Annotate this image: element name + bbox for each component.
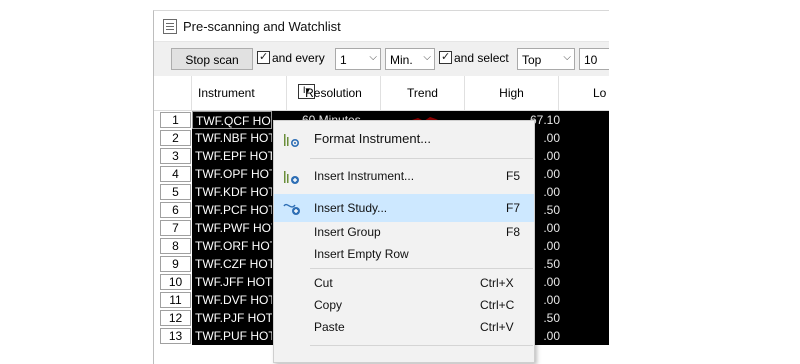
- header-instrument[interactable]: Instrument I▾: [192, 76, 315, 110]
- header-trend[interactable]: Trend: [381, 76, 465, 110]
- scan-toolbar: Stop scan and every 1 ⌵ Min. ⌵ and selec…: [154, 42, 609, 76]
- menu-label: Insert Study...: [314, 201, 388, 215]
- instrument-cell[interactable]: TWF.QCF HOT: [192, 111, 272, 129]
- row-number[interactable]: 4: [160, 166, 191, 182]
- row-number[interactable]: 3: [160, 148, 191, 164]
- menu-label: Insert Instrument...: [314, 169, 415, 183]
- instrument-cell[interactable]: TWF.CZF HOT: [192, 255, 272, 273]
- interval-select[interactable]: 1 ⌵: [335, 48, 381, 70]
- menu-item-insert-empty-row[interactable]: Insert Empty Row: [274, 243, 534, 265]
- menu-shortcut: Ctrl+V: [480, 320, 514, 334]
- menu-separator: [310, 268, 533, 269]
- instrument-cell[interactable]: TWF.PUF HOT: [192, 327, 272, 345]
- insert-instrument-icon: [284, 171, 299, 184]
- menu-label: Format Instrument...: [314, 131, 432, 146]
- menu-separator: [310, 345, 533, 346]
- menu-label: Insert Group: [314, 225, 381, 239]
- and-every-checkbox[interactable]: [257, 50, 270, 64]
- header-row-number: [154, 76, 192, 110]
- row-number[interactable]: 8: [160, 238, 191, 254]
- menu-shortcut: Ctrl+C: [480, 298, 515, 312]
- header-instrument-label: Instrument: [198, 86, 255, 100]
- row-number[interactable]: 12: [160, 310, 191, 326]
- row-number[interactable]: 2: [160, 130, 191, 146]
- interval-value: 1: [340, 53, 347, 67]
- instrument-cell[interactable]: TWF.PCF HOT: [192, 201, 272, 219]
- row-number[interactable]: 11: [160, 292, 191, 308]
- instrument-cell[interactable]: TWF.PWF HOT: [192, 219, 272, 237]
- unit-select[interactable]: Min. ⌵: [385, 48, 435, 70]
- instrument-cell[interactable]: TWF.EPF HOT: [192, 147, 272, 165]
- row-number[interactable]: 10: [160, 274, 191, 290]
- menu-item-insert-instrument[interactable]: Insert Instrument... F5: [274, 165, 534, 187]
- grid-header: Instrument I▾ Resolution Trend High Lo: [154, 76, 609, 111]
- instrument-cell[interactable]: TWF.OPF HOT: [192, 165, 272, 183]
- window-title: Pre-scanning and Watchlist: [183, 19, 341, 34]
- select-mode-value: Top: [522, 53, 542, 67]
- instrument-cell[interactable]: TWF.PJF HOT: [192, 309, 272, 327]
- menu-separator: [310, 158, 533, 159]
- instrument-cell[interactable]: TWF.JFF HOT: [192, 273, 272, 291]
- menu-item-cut[interactable]: Cut Ctrl+X: [274, 272, 534, 294]
- row-number[interactable]: 6: [160, 202, 191, 218]
- insert-study-icon: [283, 203, 300, 215]
- count-value: 10: [584, 53, 598, 67]
- menu-item-insert-group[interactable]: Insert Group F8: [274, 221, 534, 243]
- format-gear-icon: [284, 134, 300, 148]
- and-every-label: and every: [272, 51, 325, 65]
- window-list-icon: [163, 19, 177, 34]
- row-number[interactable]: 9: [160, 256, 191, 272]
- menu-label: Cut: [314, 276, 333, 290]
- count-input[interactable]: 10: [579, 48, 609, 70]
- menu-shortcut: F8: [506, 225, 521, 239]
- instrument-cell[interactable]: TWF.KDF HOT: [192, 183, 272, 201]
- row-number[interactable]: 5: [160, 184, 191, 200]
- instrument-cell[interactable]: TWF.ORF HOT: [192, 237, 272, 255]
- menu-label: Copy: [314, 298, 343, 312]
- chevron-down-icon: ⌵: [563, 52, 571, 63]
- menu-label: Paste: [314, 320, 345, 334]
- header-resolution[interactable]: Resolution: [287, 76, 381, 110]
- context-menu: Format Instrument... Insert Instrument..…: [273, 120, 535, 363]
- row-number[interactable]: 7: [160, 220, 191, 236]
- menu-item-copy[interactable]: Copy Ctrl+C: [274, 294, 534, 316]
- row-number[interactable]: 1: [160, 112, 191, 128]
- row-number[interactable]: 13: [160, 328, 191, 344]
- menu-label: Insert Empty Row: [314, 247, 409, 261]
- menu-shortcut: Ctrl+X: [480, 276, 514, 290]
- instrument-cell[interactable]: TWF.NBF HOT: [192, 129, 272, 147]
- chevron-down-icon: ⌵: [423, 52, 431, 63]
- stop-scan-button[interactable]: Stop scan: [171, 48, 253, 70]
- select-mode-select[interactable]: Top ⌵: [517, 48, 575, 70]
- and-select-label: and select: [454, 51, 509, 65]
- instrument-cell[interactable]: TWF.DVF HOT: [192, 291, 272, 309]
- menu-shortcut: F5: [506, 169, 521, 183]
- menu-shortcut: F7: [506, 201, 521, 215]
- header-high[interactable]: High: [465, 76, 559, 110]
- title-bar: Pre-scanning and Watchlist: [154, 11, 609, 42]
- unit-value: Min.: [390, 53, 413, 67]
- header-low[interactable]: Lo: [559, 76, 609, 110]
- and-select-checkbox[interactable]: [439, 50, 452, 64]
- menu-item-insert-study[interactable]: Insert Study... F7: [274, 194, 534, 222]
- chevron-down-icon: ⌵: [369, 52, 377, 63]
- menu-item-paste[interactable]: Paste Ctrl+V: [274, 316, 534, 338]
- menu-item-format-instrument[interactable]: Format Instrument...: [274, 128, 534, 152]
